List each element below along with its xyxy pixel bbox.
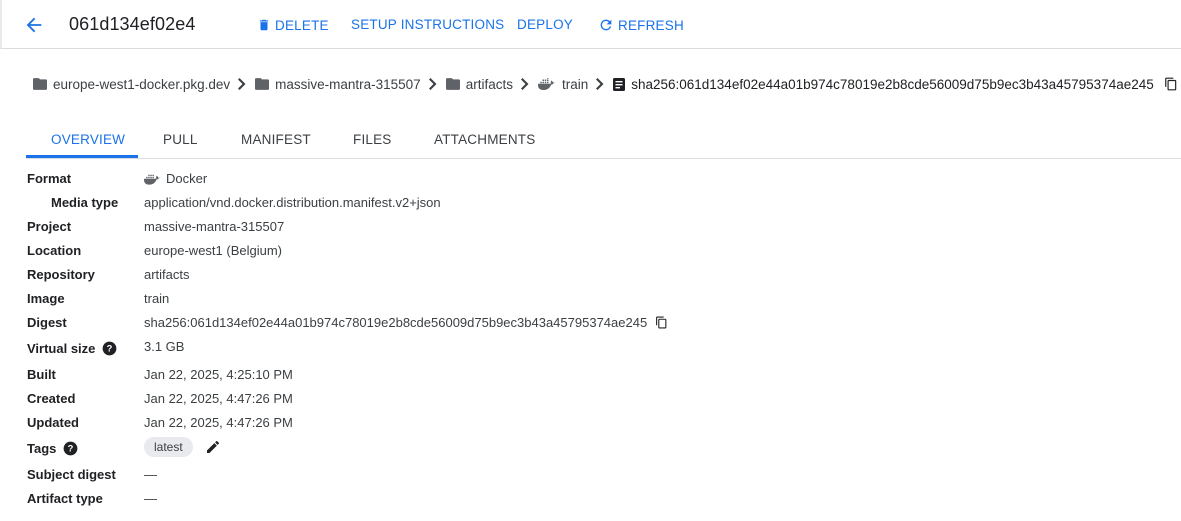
help-icon[interactable]: ?	[102, 341, 117, 356]
copy-icon[interactable]	[655, 315, 668, 330]
digest-value: sha256:061d134ef02e44a01b974c78019e2b8cd…	[144, 315, 648, 330]
media-type-value: application/vnd.docker.distribution.mani…	[144, 195, 441, 210]
tags-value-wrap: latest	[144, 437, 221, 457]
docker-icon	[144, 174, 161, 185]
format-value: Docker	[166, 171, 208, 186]
digest-value-wrap: sha256:061d134ef02e44a01b974c78019e2b8cd…	[144, 315, 668, 330]
docker-icon	[537, 78, 556, 90]
updated-value: Jan 22, 2025, 4:47:26 PM	[144, 415, 293, 430]
help-icon[interactable]: ?	[63, 441, 78, 456]
arrow-back-icon[interactable]	[23, 14, 45, 36]
copy-icon[interactable]	[1164, 76, 1178, 92]
pencil-icon[interactable]	[205, 439, 221, 455]
delete-button[interactable]: DELETE	[257, 17, 329, 33]
breadcrumb: europe-west1-docker.pkg.dev massive-mant…	[33, 76, 1178, 92]
deploy-button[interactable]: DEPLOY	[517, 17, 573, 32]
deploy-label: DEPLOY	[517, 17, 573, 32]
tags-label: Tags	[27, 441, 57, 456]
tab-manifest[interactable]: MANIFEST	[241, 132, 311, 147]
digest-label: Digest	[27, 315, 67, 330]
tab-attachments[interactable]: ATTACHMENTS	[434, 132, 535, 147]
tag-chip[interactable]: latest	[144, 437, 193, 457]
subject-digest-label: Subject digest	[27, 467, 116, 482]
virtual-size-label-wrap: Virtual size ?	[27, 341, 117, 356]
refresh-icon	[600, 19, 612, 31]
chevron-right-icon	[428, 78, 437, 90]
tags-label-wrap: Tags ?	[27, 441, 78, 456]
project-value: massive-mantra-315507	[144, 219, 285, 234]
chevron-right-icon	[520, 78, 529, 90]
breadcrumb-digest-label: sha256:061d134ef02e44a01b974c78019e2b8cd…	[631, 76, 1154, 92]
setup-instructions-label: SETUP INSTRUCTIONS	[351, 17, 505, 32]
format-label: Format	[27, 171, 72, 186]
built-label: Built	[27, 367, 56, 382]
folder-icon	[445, 78, 460, 90]
location-value: europe-west1 (Belgium)	[144, 243, 283, 258]
refresh-label: REFRESH	[618, 17, 684, 33]
breadcrumb-project[interactable]: massive-mantra-315507	[255, 77, 421, 92]
active-tab-indicator	[26, 155, 138, 158]
chevron-right-icon	[238, 78, 246, 90]
breadcrumb-image[interactable]: train	[537, 76, 589, 92]
breadcrumb-host-label: europe-west1-docker.pkg.dev	[53, 76, 231, 92]
location-label: Location	[27, 243, 82, 258]
breadcrumb-project-label: massive-mantra-315507	[275, 76, 421, 92]
svg-text:?: ?	[107, 344, 113, 354]
repository-value: artifacts	[144, 267, 190, 282]
subject-digest-value: —	[144, 467, 157, 482]
top-bar: 061d134ef02e4 DELETE SETUP INSTRUCTIONS …	[0, 0, 1181, 49]
artifact-type-value: —	[144, 491, 157, 506]
refresh-button[interactable]: REFRESH	[598, 17, 684, 33]
breadcrumb-repository[interactable]: artifacts	[445, 76, 513, 92]
page-title: 061d134ef02e4	[69, 14, 196, 34]
breadcrumb-repository-label: artifacts	[465, 76, 513, 92]
virtual-size-value: 3.1 GB	[144, 339, 185, 354]
artifact-type-label: Artifact type	[27, 491, 103, 506]
updated-label: Updated	[27, 415, 79, 430]
setup-instructions-button[interactable]: SETUP INSTRUCTIONS	[351, 17, 504, 32]
created-label: Created	[27, 391, 76, 406]
project-label: Project	[27, 219, 72, 234]
trash-icon	[259, 19, 269, 31]
tab-files[interactable]: FILES	[353, 132, 392, 147]
image-value: train	[144, 291, 170, 306]
breadcrumb-digest: sha256:061d134ef02e44a01b974c78019e2b8cd…	[613, 77, 1154, 92]
delete-label: DELETE	[275, 17, 329, 33]
built-value: Jan 22, 2025, 4:25:10 PM	[144, 367, 293, 382]
svg-text:?: ?	[68, 444, 74, 454]
tab-bar: OVERVIEW PULL MANIFEST FILES ATTACHMENTS	[26, 122, 1181, 159]
folder-icon	[255, 78, 270, 90]
chevron-right-icon	[596, 78, 604, 90]
breadcrumb-image-label: train	[561, 76, 589, 92]
media-type-label: Media type	[51, 195, 119, 210]
tab-overview[interactable]: OVERVIEW	[51, 132, 125, 147]
document-icon	[613, 77, 626, 91]
tab-pull[interactable]: PULL	[163, 132, 198, 147]
image-label: Image	[27, 291, 65, 306]
created-value: Jan 22, 2025, 4:47:26 PM	[144, 391, 293, 406]
breadcrumb-host[interactable]: europe-west1-docker.pkg.dev	[33, 77, 230, 92]
format-value-wrap: Docker	[144, 171, 207, 186]
repository-label: Repository	[27, 267, 95, 282]
folder-icon	[33, 78, 47, 90]
virtual-size-label: Virtual size	[27, 341, 96, 356]
